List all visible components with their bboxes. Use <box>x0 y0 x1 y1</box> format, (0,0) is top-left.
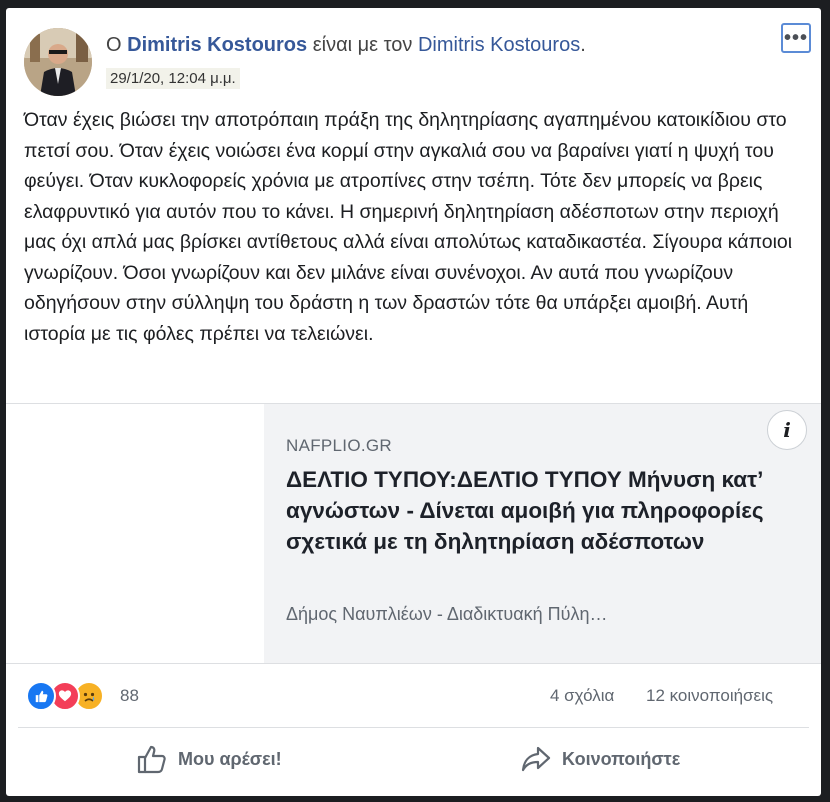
info-button[interactable]: i <box>767 410 807 450</box>
thumbs-up-icon <box>137 745 166 774</box>
headline-prefix: Ο <box>106 34 122 56</box>
avatar-photo <box>24 28 92 96</box>
reactions-summary: 88 4 σχόλια 12 κοινοποιήσεις <box>6 676 821 716</box>
preview-title[interactable]: ΔΕΛΤΙΟ ΤΥΠΟΥ:ΔΕΛΤΙΟ ΤΥΠΟΥ Μήνυση κατ’ αγ… <box>286 464 806 557</box>
link-preview[interactable]: i NAFPLIO.GR ΔΕΛΤΙΟ ΤΥΠΟΥ:ΔΕΛΤΙΟ ΤΥΠΟΥ Μ… <box>6 403 821 664</box>
post-actions: Μου αρέσει! Κοινοποιήστε <box>18 727 809 790</box>
preview-domain: NAFPLIO.GR <box>286 436 392 455</box>
post-timestamp[interactable]: 29/1/20, 12:04 μ.μ. <box>106 68 240 89</box>
comments-count[interactable]: 4 σχόλια <box>550 686 614 706</box>
preview-image[interactable] <box>6 404 265 663</box>
author-link[interactable]: Dimitris Kostouros <box>127 34 307 56</box>
avatar[interactable] <box>24 28 92 96</box>
share-button[interactable]: Κοινοποιήστε <box>520 742 680 776</box>
more-options-button[interactable]: ••• <box>781 23 811 53</box>
like-button[interactable]: Μου αρέσει! <box>136 742 282 776</box>
share-icon <box>521 746 551 772</box>
preview-body[interactable]: i NAFPLIO.GR ΔΕΛΤΙΟ ΤΥΠΟΥ:ΔΕΛΤΙΟ ΤΥΠΟΥ Μ… <box>264 404 821 663</box>
post-card: Ο Dimitris Kostouros είναι με τον Dimitr… <box>6 8 821 796</box>
headline-connector: είναι με τον <box>312 34 413 56</box>
tagged-user-link[interactable]: Dimitris Kostouros <box>418 34 580 56</box>
post-text: Όταν έχεις βιώσει την αποτρόπαιη πράξη τ… <box>24 109 793 345</box>
like-icon <box>26 681 56 711</box>
info-icon: i <box>783 418 791 442</box>
preview-description: Δήμος Ναυπλιέων - Διαδικτυακή Πύλη… <box>286 604 608 624</box>
headline-suffix: . <box>580 34 586 56</box>
like-button-label: Μου αρέσει! <box>178 748 282 769</box>
more-icon: ••• <box>783 26 808 49</box>
post-headline: Ο Dimitris Kostouros είναι με τον Dimitr… <box>106 34 586 57</box>
share-button-label: Κοινοποιήστε <box>562 748 681 769</box>
reaction-count[interactable]: 88 <box>120 686 139 706</box>
shares-count[interactable]: 12 κοινοποιήσεις <box>646 686 773 706</box>
